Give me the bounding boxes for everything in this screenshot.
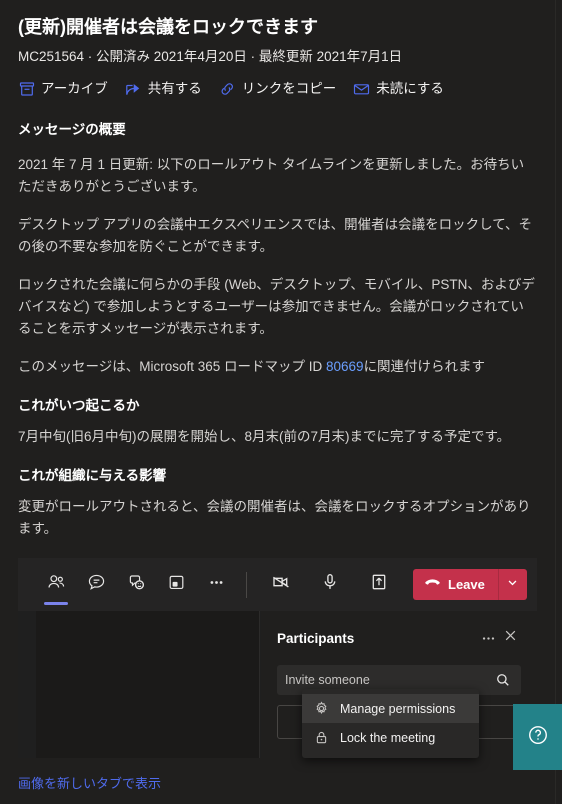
lock-icon xyxy=(314,730,329,745)
more-actions-button[interactable] xyxy=(196,564,236,606)
roadmap-pre: このメッセージは、Microsoft 365 ロードマップ ID xyxy=(18,359,327,374)
message-metadata: MC251564 · 公開済み 2021年4月20日 · 最終更新 2021年7… xyxy=(18,49,403,64)
archive-label: アーカイブ xyxy=(41,81,108,96)
roadmap-id-link[interactable]: 80669 xyxy=(326,359,364,374)
mail-icon xyxy=(353,81,370,98)
meeting-stage xyxy=(36,611,260,758)
impact-text: 変更がロールアウトされると、会議の開催者は、会議をロックするオプションがあります… xyxy=(18,499,531,536)
leave-main[interactable]: Leave xyxy=(413,569,498,600)
search-icon[interactable] xyxy=(493,670,513,690)
open-image-new-tab-link[interactable]: 画像を新しいタブで表示 xyxy=(18,775,161,793)
message-detail-page: (更新)開催者は会議をロックできます MC251564 · 公開済み 2021年… xyxy=(0,0,562,804)
participants-title: Participants xyxy=(277,630,355,646)
copy-link-button[interactable]: リンクをコピー xyxy=(219,80,337,98)
mark-unread-button[interactable]: 未読にする xyxy=(353,80,444,98)
participants-panel-header: Participants xyxy=(277,627,521,649)
more-icon xyxy=(206,572,227,598)
paragraph-update: 2021 年 7 月 1 日更新: 以下のロールアウト タイムラインを更新しまし… xyxy=(18,157,525,194)
breakout-rooms-button[interactable] xyxy=(156,564,196,606)
paragraph-locked: ロックされた会議に何らかの手段 (Web、デスクトップ、モバイル、PSTN、およ… xyxy=(18,277,535,336)
share-screen-icon xyxy=(368,571,390,598)
message-body: メッセージの概要 2021 年 7 月 1 日更新: 以下のロールアウト タイム… xyxy=(18,120,537,540)
when-text: 7月中旬(旧6月中旬)の展開を開始し、8月末(前の7月末)までに完了する予定です… xyxy=(18,429,511,444)
chat-icon xyxy=(86,572,107,598)
manage-permissions-label: Manage permissions xyxy=(340,701,456,716)
leave-label: Leave xyxy=(448,577,485,592)
when-heading: これがいつ起こるか xyxy=(18,398,140,413)
right-edge-divider xyxy=(555,0,562,804)
roadmap-post: に関連付けられます xyxy=(363,359,486,374)
manage-permissions-menu-item[interactable]: Manage permissions xyxy=(302,694,479,723)
participants-more-button[interactable] xyxy=(477,627,499,649)
meeting-toolbar: Leave xyxy=(18,558,537,611)
gear-icon xyxy=(314,701,329,716)
participants-close-button[interactable] xyxy=(499,627,521,649)
show-conversation-button[interactable] xyxy=(76,564,116,606)
microphone-icon xyxy=(319,571,341,598)
microphone-toggle-button[interactable] xyxy=(310,564,350,606)
archive-icon xyxy=(18,81,35,98)
leave-options-button[interactable] xyxy=(497,569,527,600)
share-label: 共有する xyxy=(147,81,202,96)
camera-off-icon xyxy=(270,571,292,598)
leave-meeting-button[interactable]: Leave xyxy=(413,569,527,600)
help-icon xyxy=(527,724,549,751)
paragraph-roadmap: このメッセージは、Microsoft 365 ロードマップ ID 80669に関… xyxy=(18,356,537,378)
participants-context-menu: Manage permissions Lock the meeting xyxy=(302,689,479,758)
share-screen-button[interactable] xyxy=(359,564,399,606)
paragraph-desktop: デスクトップ アプリの会議中エクスペリエンスでは、開催者は会議をロックして、その… xyxy=(18,217,533,254)
close-icon xyxy=(503,628,518,648)
copy-link-label: リンクをコピー xyxy=(241,81,337,96)
link-icon xyxy=(219,81,236,98)
reactions-icon xyxy=(126,572,147,598)
message-content: (更新)開催者は会議をロックできます MC251564 · 公開済み 2021年… xyxy=(0,0,555,804)
people-icon xyxy=(46,572,67,598)
help-button[interactable] xyxy=(513,704,562,770)
hangup-icon xyxy=(424,577,441,592)
camera-toggle-button[interactable] xyxy=(261,564,301,606)
chevron-down-icon xyxy=(506,576,519,594)
share-button[interactable]: 共有する xyxy=(125,80,202,98)
lock-the-meeting-label: Lock the meeting xyxy=(340,730,436,745)
page-title: (更新)開催者は会議をロックできます xyxy=(18,17,318,37)
summary-heading: メッセージの概要 xyxy=(18,122,126,137)
lock-the-meeting-menu-item[interactable]: Lock the meeting xyxy=(302,723,479,752)
share-icon xyxy=(125,81,142,98)
breakout-rooms-icon xyxy=(166,572,187,598)
toolbar-divider xyxy=(246,571,247,598)
reactions-button[interactable] xyxy=(116,564,156,606)
show-participants-button[interactable] xyxy=(36,564,76,606)
invite-placeholder: Invite someone xyxy=(285,673,370,687)
message-action-bar: アーカイブ 共有する リンクをコピー 未読にする xyxy=(18,80,537,98)
archive-button[interactable]: アーカイブ xyxy=(18,80,108,98)
impact-heading: これが組織に与える影響 xyxy=(18,468,167,483)
mark-unread-label: 未読にする xyxy=(376,81,444,96)
